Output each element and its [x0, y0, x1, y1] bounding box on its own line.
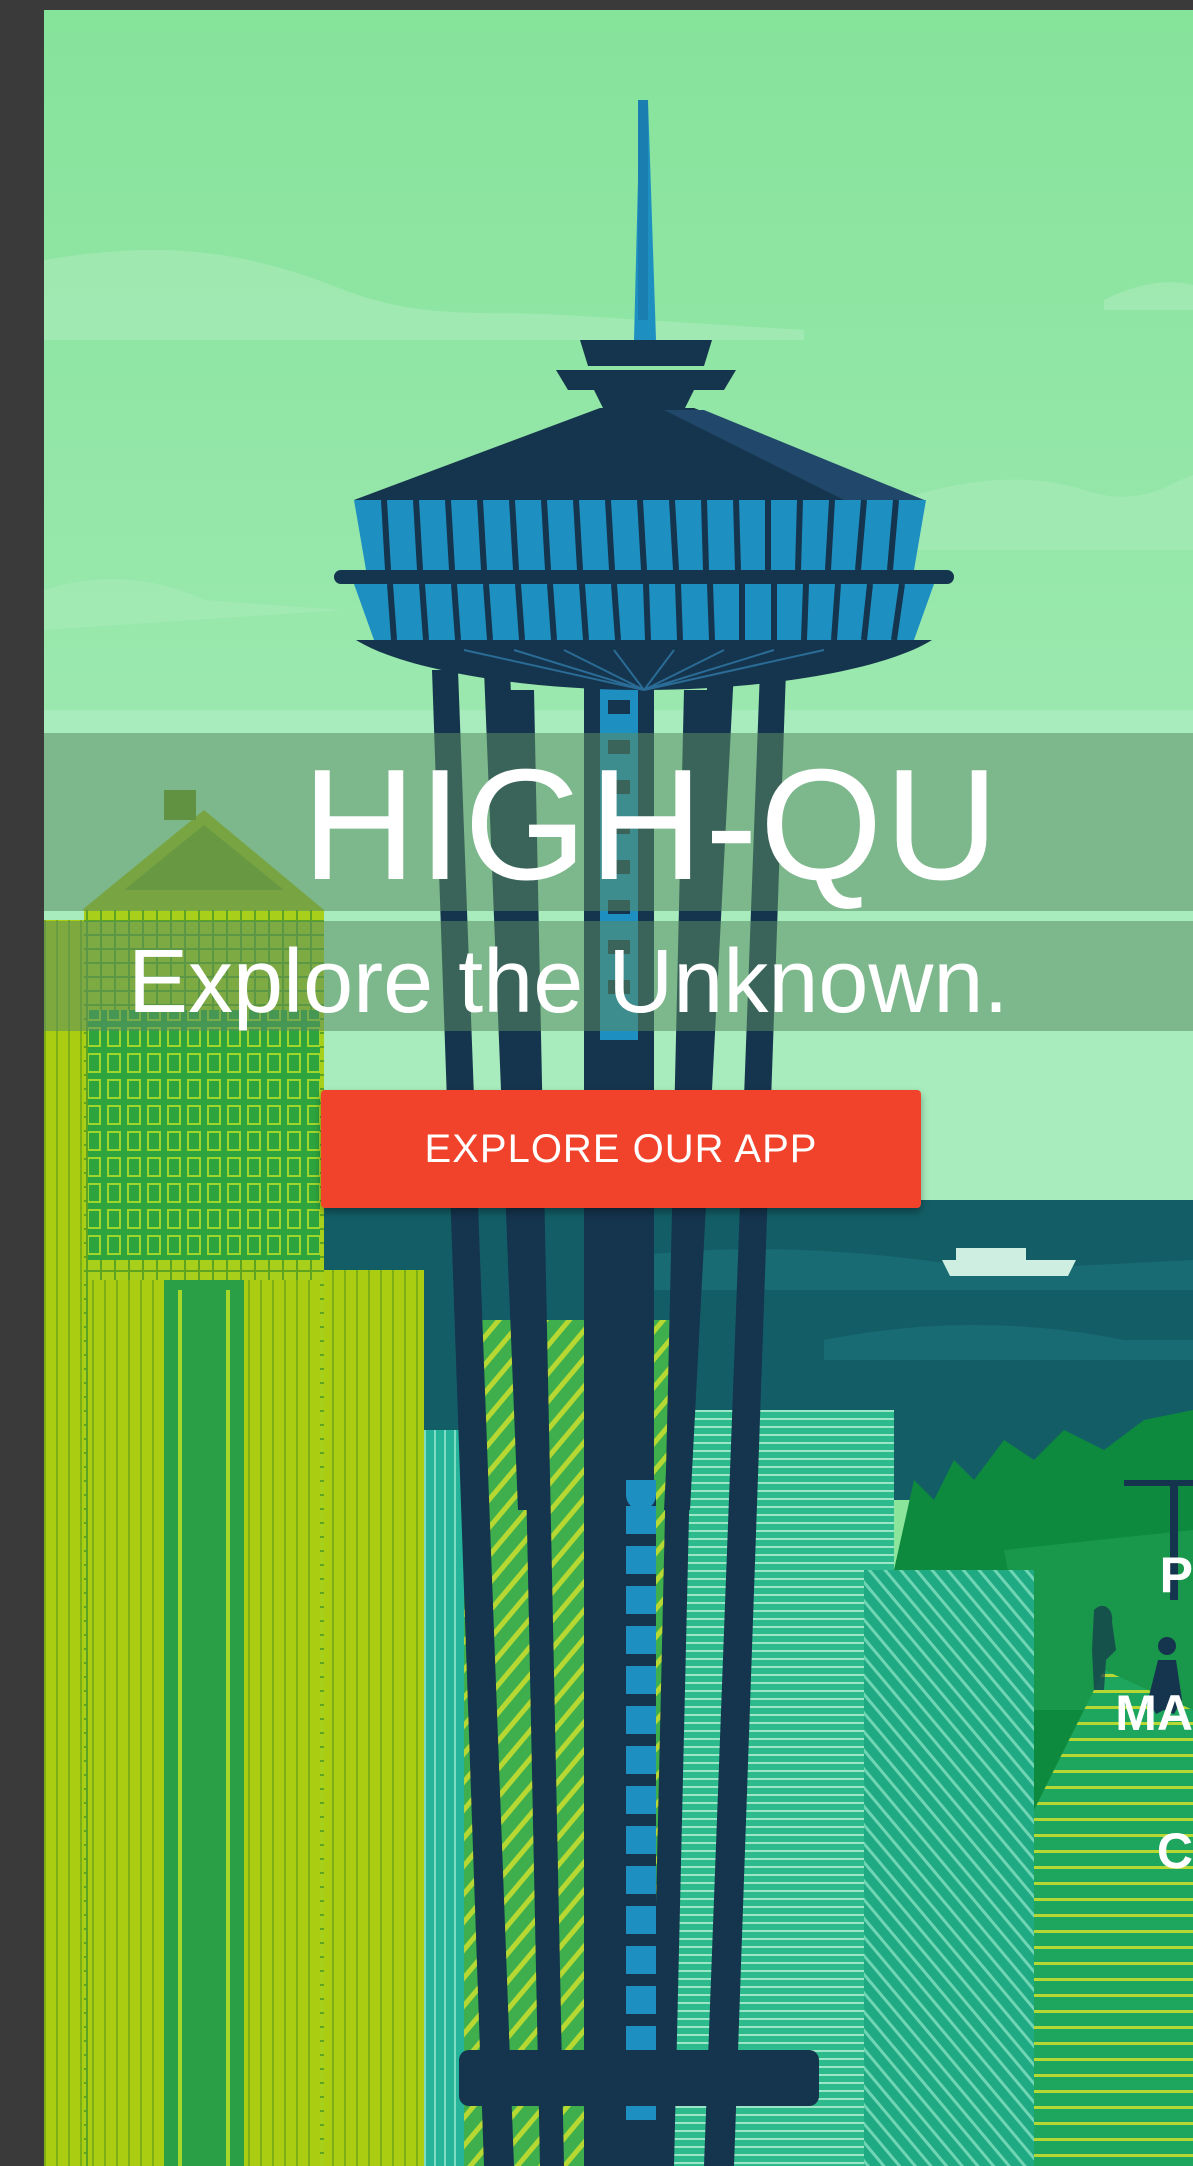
market-sign-line-2: MA [1115, 1685, 1193, 1741]
market-sign-line-1: P [1159, 1547, 1193, 1603]
explore-app-button[interactable]: EXPLORE OUR APP [321, 1090, 921, 1208]
market-sign-line-3: C [1156, 1823, 1193, 1879]
market-sign: P MA C [1104, 1460, 1193, 1966]
window-frame: P MA C HIGH-QU Explore the Unknown. EXPL… [0, 0, 1193, 2166]
seattle-illustration [44, 10, 1193, 2166]
hero-title: HIGH-QU [302, 737, 1001, 913]
hero-subtitle: Explore the Unknown. [128, 932, 1009, 1032]
app-viewport: P MA C HIGH-QU Explore the Unknown. EXPL… [44, 10, 1193, 2166]
